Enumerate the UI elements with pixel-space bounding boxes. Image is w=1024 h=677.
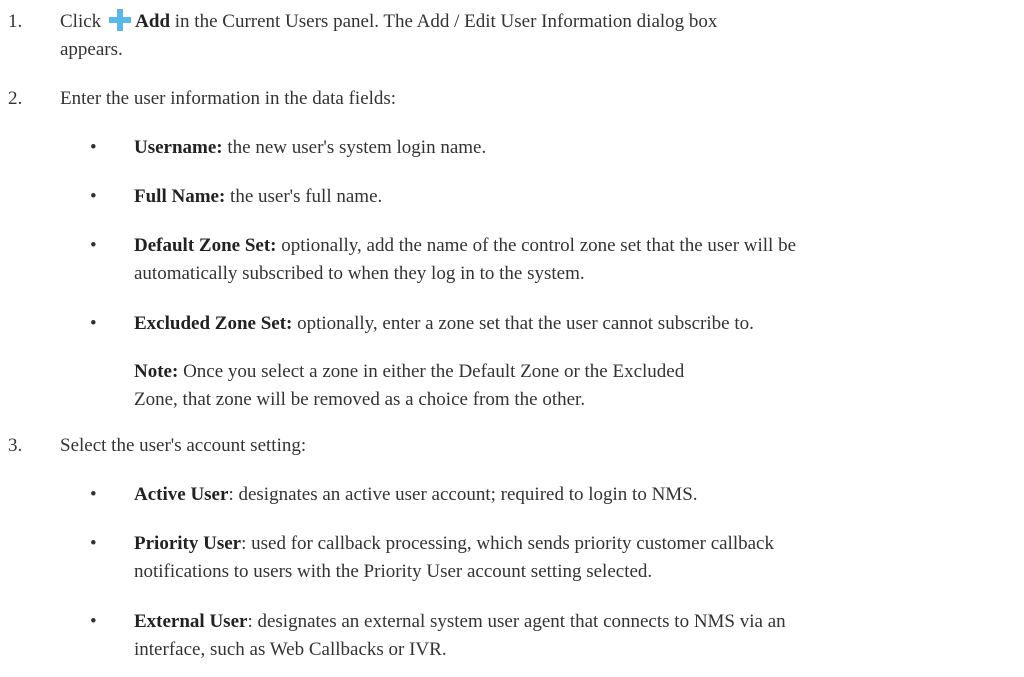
step-continuation: appears. xyxy=(60,39,123,60)
setting-term: Active User xyxy=(134,484,229,505)
step-number: 2. xyxy=(8,88,23,109)
bullet: • xyxy=(90,186,97,207)
bullet: • xyxy=(90,313,97,334)
bullet: • xyxy=(90,611,97,632)
bullet: • xyxy=(90,235,97,256)
note: Note: Once you select a zone in either t… xyxy=(134,358,1014,414)
step-number: 1. xyxy=(8,11,23,32)
step-text: Enter the user information in the data f… xyxy=(60,88,397,109)
setting-term: External User xyxy=(134,611,248,632)
add-label: Add xyxy=(135,11,171,32)
setting-desc-continuation: interface, such as Web Callbacks or IVR. xyxy=(134,639,447,660)
document-page: 1. Click Add in the Current Users panel. … xyxy=(0,0,1024,677)
setting-desc: : designates an external system user age… xyxy=(247,611,786,632)
setting-term: Priority User xyxy=(134,533,242,554)
bullet: • xyxy=(90,484,97,505)
field-desc: optionally, add the name of the control … xyxy=(276,235,797,256)
field-desc-continuation: automatically subscribed to when they lo… xyxy=(134,263,585,284)
setting-desc-continuation: notifications to users with the Priority… xyxy=(134,561,653,582)
field-desc: the new user's system login name. xyxy=(222,137,487,158)
field-term: Username: xyxy=(134,137,223,158)
bullet: • xyxy=(90,137,97,158)
step-text: Select the user's account setting: xyxy=(60,435,307,456)
setting-desc: : designates an active user account; req… xyxy=(228,484,698,505)
setting-desc: : used for callback processing, which se… xyxy=(241,533,774,554)
field-term: Excluded Zone Set: xyxy=(134,313,293,334)
step-click-text: Click xyxy=(60,11,102,32)
field-desc: the user's full name. xyxy=(225,186,383,207)
step-number: 3. xyxy=(8,435,23,456)
note-line-1: Once you select a zone in either the Def… xyxy=(178,361,685,382)
note-line-2: Zone, that zone will be removed as a cho… xyxy=(134,389,586,410)
field-term: Default Zone Set: xyxy=(134,235,277,256)
step-rest-text: in the Current Users panel. The Add / Ed… xyxy=(170,11,718,32)
note-label: Note: xyxy=(134,361,179,382)
field-term: Full Name: xyxy=(134,186,226,207)
bullet: • xyxy=(90,533,97,554)
plus-icon xyxy=(109,9,132,31)
step-text: Click Add in the Current Users panel. The… xyxy=(60,8,1010,64)
field-desc: optionally, enter a zone set that the us… xyxy=(292,313,754,334)
